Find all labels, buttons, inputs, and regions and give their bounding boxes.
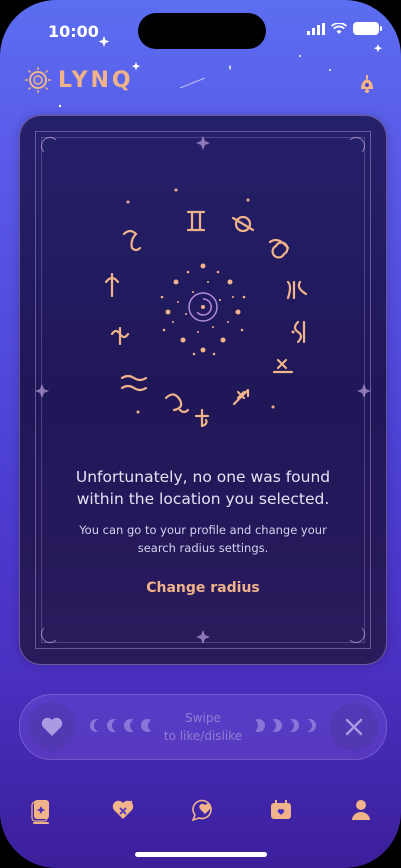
nav-tab-dislikes[interactable] xyxy=(103,790,143,830)
logo-text: LYNQ xyxy=(58,67,134,93)
moon-phase-icon xyxy=(303,719,316,732)
profile-icon xyxy=(352,800,370,820)
heart-x-icon xyxy=(112,800,134,819)
moon-phase-icon xyxy=(286,719,299,732)
empty-state-message: Unfortunately, no one was found within t… xyxy=(75,468,331,508)
chat-heart-icon xyxy=(191,799,212,822)
home-indicator xyxy=(135,852,267,857)
swipe-bar[interactable]: Swipe to like/dislike xyxy=(19,694,387,760)
nav-tab-chat[interactable] xyxy=(182,790,222,830)
moon-phase-icon xyxy=(269,719,282,732)
calendar-icon xyxy=(271,800,291,819)
dislike-button[interactable] xyxy=(330,703,378,751)
cards-icon xyxy=(31,800,49,822)
app-header: LYNQ xyxy=(24,66,379,106)
zodiac-wheel-illustration xyxy=(104,188,308,428)
empty-state-subtext: You can go to your profile and change yo… xyxy=(79,523,327,555)
nav-active-indicator xyxy=(33,822,49,824)
logo-sun-icon xyxy=(25,67,51,93)
nav-tab-cards[interactable] xyxy=(21,790,61,830)
moon-phase-icon xyxy=(252,719,265,732)
nav-tab-profile[interactable] xyxy=(341,790,381,830)
notification-bell-icon[interactable] xyxy=(355,72,379,96)
app-logo: LYNQ xyxy=(24,66,134,94)
close-icon xyxy=(345,718,363,736)
empty-state-card: Unfortunately, no one was found within t… xyxy=(19,115,387,665)
phone-screen: 10:00 LYNQ Unfortunately, no one was fou… xyxy=(0,0,401,868)
bottom-nav xyxy=(0,790,401,830)
moon-phases-right xyxy=(252,719,316,732)
nav-tab-events[interactable] xyxy=(261,790,301,830)
change-radius-button[interactable]: Change radius xyxy=(20,580,386,596)
